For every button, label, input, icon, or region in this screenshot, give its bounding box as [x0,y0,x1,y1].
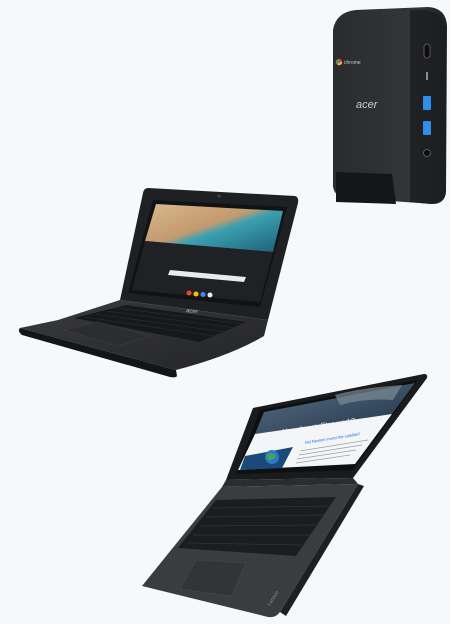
chromebox-brand-logo: acer [356,99,379,111]
usb-a-port-icon [423,96,431,110]
usb-a-port-icon [423,121,431,135]
acer-chromebook: acer [18,188,299,378]
audio-jack-icon [423,149,431,157]
webcam-icon [217,194,221,198]
shelf-app-icon [186,290,192,296]
devices-illustration: chrome acer acer Did Newton invent the s… [18,7,447,618]
shelf-app-icon [193,291,199,297]
product-photo: chrome acer acer Did Newton invent the s… [0,0,450,624]
usb-c-port-icon [423,43,431,59]
shelf-app-icon [200,292,206,297]
chrome-badge-label: chrome [344,60,361,66]
chromebox: chrome acer [333,7,447,204]
lenovo-chromebook: How do satellites work? Did Newton inven… [142,374,428,618]
led-indicator [426,72,428,80]
shelf-app-icon [207,292,213,298]
chromebox-stand [336,172,396,204]
